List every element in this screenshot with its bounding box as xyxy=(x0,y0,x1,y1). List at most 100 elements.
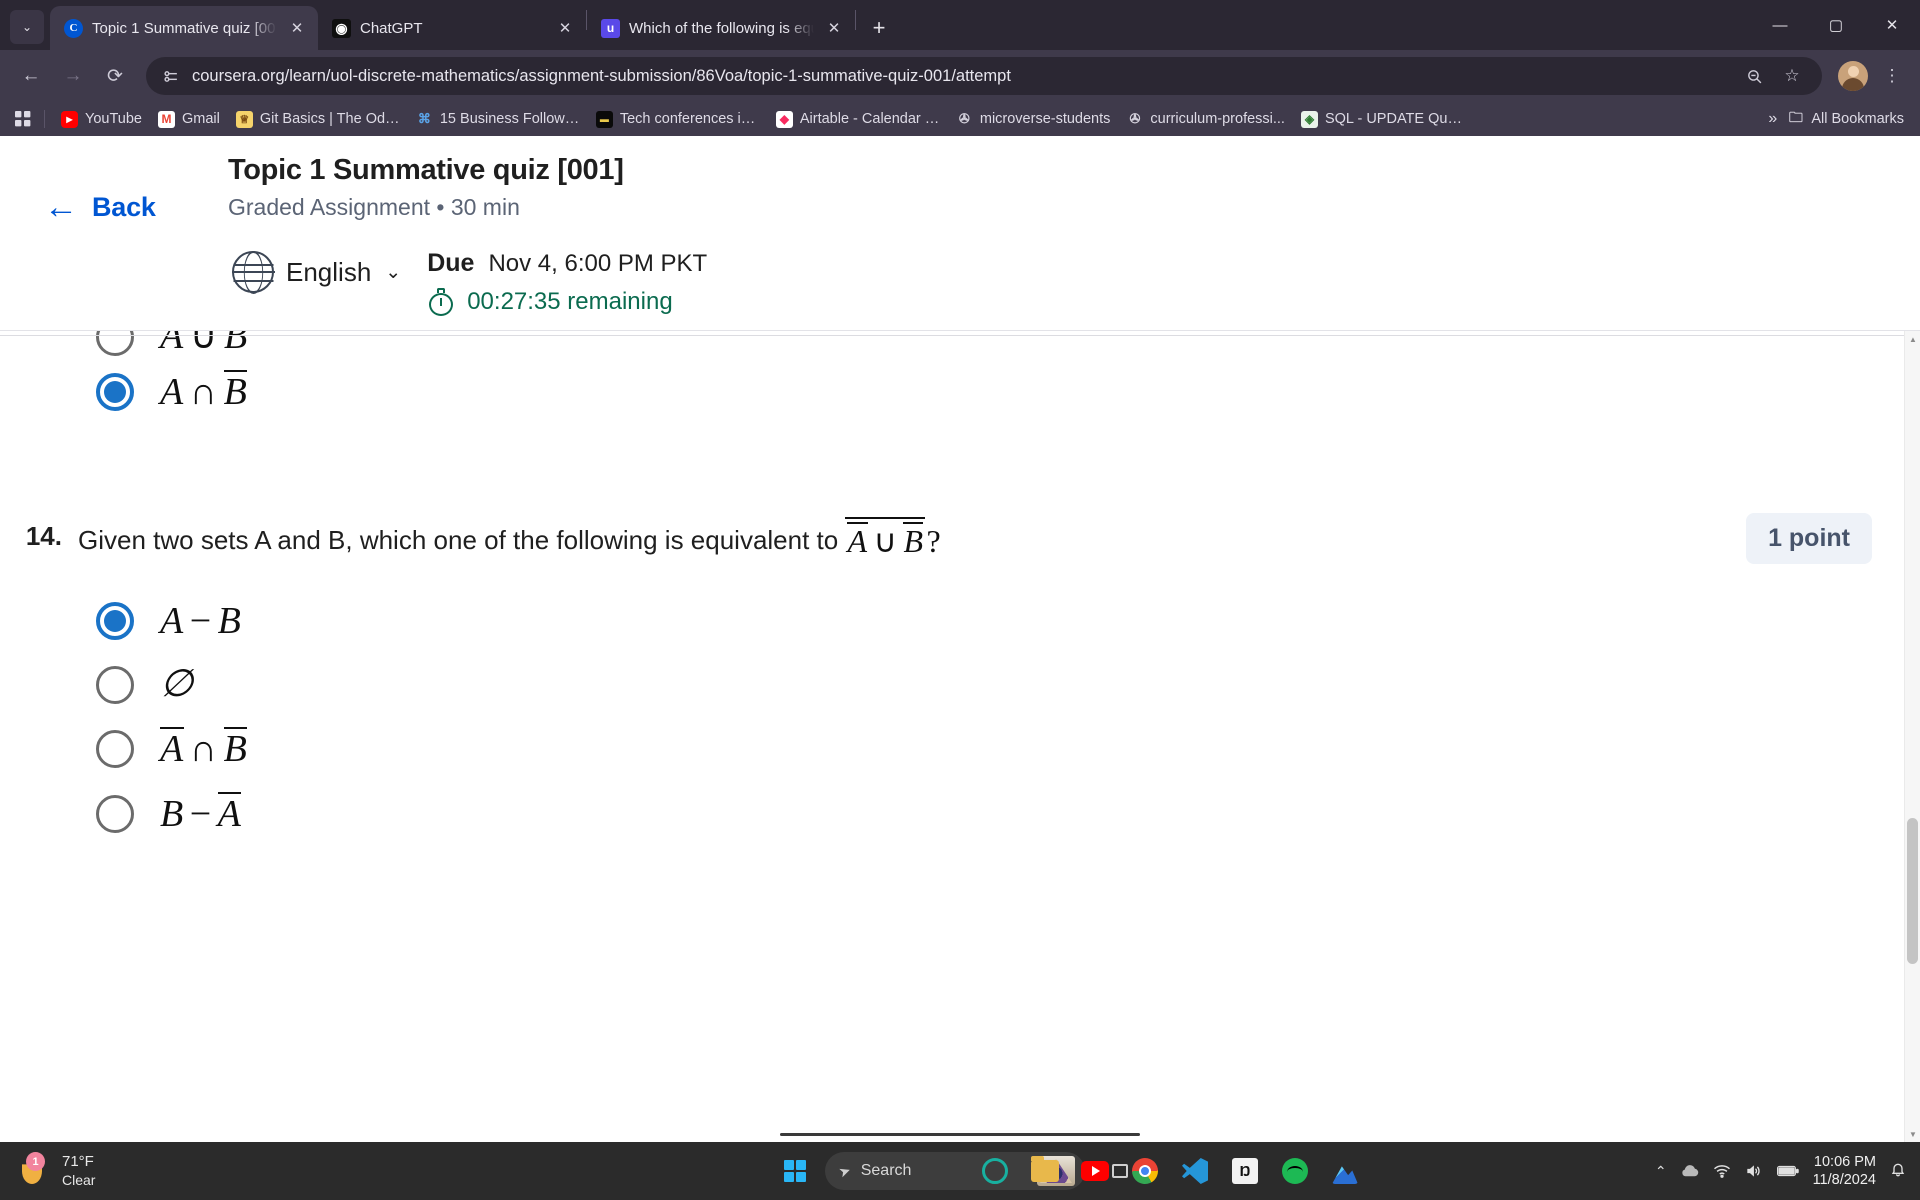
wifi-icon[interactable] xyxy=(1713,1164,1731,1178)
moon-icon: 1 xyxy=(18,1152,52,1188)
youtube-app[interactable] xyxy=(1073,1149,1117,1193)
bell-icon[interactable] xyxy=(1890,1161,1906,1181)
gmail-icon: M xyxy=(157,110,175,128)
due-and-timer: Due Nov 4, 6:00 PM PKT 00:27:35 remainin… xyxy=(427,247,707,317)
bookmark-gmail[interactable]: M Gmail xyxy=(150,108,228,131)
avatar[interactable] xyxy=(1838,61,1868,91)
back-button[interactable]: ← Back xyxy=(0,190,228,224)
quiz-subtitle: Graded Assignment • 30 min xyxy=(228,194,520,221)
radio-button[interactable] xyxy=(96,602,134,641)
bookmark-tech-conferences[interactable]: ▬ Tech conferences in... xyxy=(588,108,768,131)
coursera-icon: C xyxy=(64,18,83,38)
bookmark-curriculum-professional[interactable]: ✇ curriculum-professi... xyxy=(1118,108,1293,131)
tab-quiz-question[interactable]: u Which of the following is equiva ✕ xyxy=(587,6,855,50)
tab-separator xyxy=(855,10,856,30)
answer-option-c[interactable]: A ∩ B xyxy=(96,717,1920,782)
close-icon[interactable]: ✕ xyxy=(823,17,845,39)
photos-app[interactable] xyxy=(1323,1149,1367,1193)
photos-icon xyxy=(1332,1166,1358,1184)
chrome-icon xyxy=(1132,1158,1158,1184)
window-controls: — ▢ ✕ xyxy=(1752,0,1920,50)
vertical-scrollbar[interactable]: ▲ ▼ xyxy=(1904,331,1920,1142)
scroll-up-arrow-icon[interactable]: ▲ xyxy=(1905,331,1920,347)
globe-icon xyxy=(232,251,274,294)
battery-icon[interactable] xyxy=(1776,1165,1799,1177)
quiz-scroll-area[interactable]: A ∪ B A ∩ B 14. Given two sets A and B, wh xyxy=(0,331,1920,1142)
zoom-icon[interactable] xyxy=(1738,60,1770,92)
tab-title: Topic 1 Summative quiz [001] | C xyxy=(92,19,277,37)
bookmark-label: YouTube xyxy=(85,111,142,127)
teams-app[interactable] xyxy=(973,1149,1017,1193)
kebab-menu-icon[interactable]: ⋮ xyxy=(1876,60,1908,92)
bookmarks-bar: ▶ YouTube M Gmail ♕ Git Basics | The Odi… xyxy=(0,102,1920,136)
star-icon[interactable]: ☆ xyxy=(1776,60,1808,92)
apps-grid-icon[interactable] xyxy=(10,111,36,127)
close-icon[interactable]: ✕ xyxy=(286,17,308,39)
vscode-icon xyxy=(1182,1158,1208,1184)
timer: 00:27:35 remaining xyxy=(427,288,707,317)
horizontal-scroll-indicator[interactable] xyxy=(780,1133,1140,1136)
file-explorer-app[interactable] xyxy=(1023,1149,1067,1193)
previous-question-option-selected[interactable]: A ∩ B xyxy=(0,360,1920,425)
vscode-app[interactable] xyxy=(1173,1149,1217,1193)
bookmark-label: Gmail xyxy=(181,111,220,127)
notion-app[interactable]: Ŋ xyxy=(1223,1149,1267,1193)
answer-option-d[interactable]: B − A xyxy=(96,782,1920,847)
weather-temperature: 71°F xyxy=(62,1152,94,1170)
minimize-button[interactable]: — xyxy=(1752,0,1808,50)
start-button[interactable] xyxy=(775,1151,815,1191)
address-bar[interactable]: coursera.org/learn/uol-discrete-mathemat… xyxy=(146,57,1822,95)
language-selector[interactable]: English ⌄ xyxy=(228,247,405,297)
radio-button[interactable] xyxy=(96,795,134,834)
radio-button[interactable] xyxy=(96,730,134,769)
close-window-button[interactable]: ✕ xyxy=(1864,0,1920,50)
scroll-down-arrow-icon[interactable]: ▼ xyxy=(1905,1126,1920,1142)
bookmark-label: SQL - UPDATE Query xyxy=(1324,111,1465,127)
stopwatch-icon xyxy=(427,288,455,317)
timer-value: 00:27:35 remaining xyxy=(467,288,673,316)
radio-button[interactable] xyxy=(96,666,134,705)
bookmark-git-basics[interactable]: ♕ Git Basics | The Odi... xyxy=(228,108,408,131)
answer-option-b[interactable]: ∅ xyxy=(96,653,1920,717)
close-icon[interactable]: ✕ xyxy=(554,17,576,39)
tab-search-button[interactable]: ⌄ xyxy=(10,10,44,44)
youtube-icon xyxy=(1081,1161,1109,1181)
scrollbar-thumb[interactable] xyxy=(1907,817,1918,964)
tab-coursera-quiz[interactable]: C Topic 1 Summative quiz [001] | C ✕ xyxy=(50,6,318,50)
back-nav-icon[interactable]: ← xyxy=(12,57,50,95)
weather-condition: Clear xyxy=(62,1171,96,1188)
radio-button[interactable] xyxy=(96,373,134,412)
quiz-site-icon: u xyxy=(601,18,620,38)
bookmark-sql-update-query[interactable]: ◈ SQL - UPDATE Query xyxy=(1293,108,1473,131)
taskbar-clock[interactable]: 10:06 PM 11/8/2024 xyxy=(1813,1153,1876,1189)
tab-chatgpt[interactable]: ◉ ChatGPT ✕ xyxy=(318,6,586,50)
bookmark-label: microverse-students xyxy=(979,111,1111,127)
maximize-button[interactable]: ▢ xyxy=(1808,0,1864,50)
new-tab-button[interactable]: + xyxy=(862,11,896,45)
bookmarks-overflow-button[interactable]: » xyxy=(1758,110,1787,128)
all-bookmarks-button[interactable]: 🗀 All Bookmarks xyxy=(1787,111,1910,128)
page-content: ← Back Topic 1 Summative quiz [001] Grad… xyxy=(0,136,1920,1142)
answer-option-a[interactable]: A − B xyxy=(96,590,1920,654)
permissions-icon[interactable] xyxy=(160,66,180,86)
weather-widget[interactable]: 1 71°F Clear xyxy=(0,1152,230,1189)
forward-nav-icon[interactable]: → xyxy=(54,57,92,95)
bookmark-airtable[interactable]: ◆ Airtable - Calendar (... xyxy=(768,108,948,131)
cloud-icon[interactable] xyxy=(1681,1164,1699,1178)
tab-title: ChatGPT xyxy=(360,19,423,37)
bookmark-microverse-students[interactable]: ✇ microverse-students xyxy=(948,108,1119,131)
bookmark-business-followup[interactable]: ⌘ 15 Business Follow-... xyxy=(408,108,588,131)
bookmark-label: Tech conferences in... xyxy=(619,111,760,127)
bookmark-label: curriculum-professi... xyxy=(1150,111,1285,127)
chrome-app[interactable] xyxy=(1123,1149,1167,1193)
bookmark-youtube[interactable]: ▶ YouTube xyxy=(53,108,150,131)
option-label: ∅ xyxy=(160,663,194,706)
speaker-icon[interactable] xyxy=(1745,1164,1763,1178)
reload-icon[interactable]: ⟳ xyxy=(96,57,134,95)
spotify-app[interactable] xyxy=(1273,1149,1317,1193)
chevron-up-icon[interactable]: ⌃ xyxy=(1655,1163,1667,1180)
youtube-icon: ▶ xyxy=(61,110,78,128)
folder-icon xyxy=(1031,1156,1059,1182)
spotify-icon xyxy=(1282,1158,1308,1184)
teams-icon xyxy=(982,1158,1008,1184)
